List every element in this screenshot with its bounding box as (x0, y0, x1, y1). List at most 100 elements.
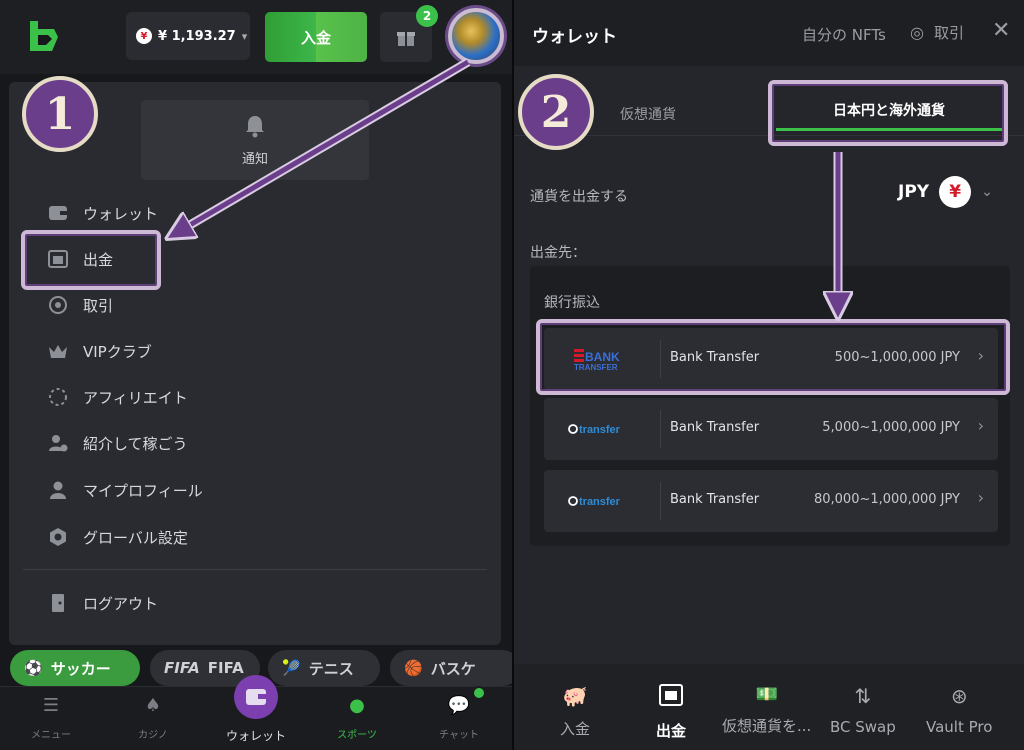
nav-label: 仮想通貨を... (722, 717, 812, 735)
top-bar: ¥ ¥ 1,193.27 ▾ 入金 2 (0, 0, 512, 74)
transfer-logo-icon: transfer (544, 470, 660, 532)
menu-item-affiliate[interactable]: アフィリエイト (47, 382, 188, 412)
chat-icon: 💬 (447, 695, 471, 716)
notification-card[interactable]: 通知 (141, 100, 369, 180)
nav-casino[interactable]: ♠ カジノ (108, 695, 198, 741)
menu-divider (23, 569, 487, 570)
transfer-logo-icon: transfer (544, 398, 660, 460)
nav-bc-swap[interactable]: ⇅ BC Swap (830, 684, 896, 736)
yen-icon: ¥ (939, 176, 972, 208)
currency-code: JPY (898, 182, 930, 202)
logout-label: ログアウト (83, 594, 159, 613)
destination-label: 出金先： (530, 245, 586, 261)
menu-label: マイプロフィール (83, 481, 203, 500)
sport-chip-tennis[interactable]: 🎾 テニス (268, 650, 380, 686)
my-nfts-link[interactable]: 自分の NFTs (802, 24, 886, 45)
nav-label: スポーツ (337, 730, 377, 741)
wallet-header: ウォレット 自分の NFTs ◎ 取引 ✕ (514, 0, 1024, 66)
balance-selector[interactable]: ¥ ¥ 1,193.27 ▾ (126, 12, 250, 60)
nav-vault-pro[interactable]: ⊛ Vault Pro (926, 684, 992, 736)
gift-count-badge: 2 (416, 5, 438, 27)
close-icon[interactable]: ✕ (992, 18, 1010, 43)
soccer-ball-icon: ⚽ (24, 659, 43, 677)
bank-option-2[interactable]: transfer Bank Transfer 5,000~1,000,000 J… (544, 398, 998, 460)
chevron-down-icon: ▾ (241, 29, 248, 43)
trade-icon (47, 294, 69, 316)
bank-transfer-box: 銀行振込 BANK TRANSFER Bank Transfer 500~1,0… (530, 266, 1010, 546)
nav-buy-crypto[interactable]: 💵 仮想通貨を... (722, 684, 811, 736)
bank-option-3[interactable]: transfer Bank Transfer 80,000~1,000,000 … (544, 470, 998, 532)
chevron-down-icon: ⌄ (981, 184, 993, 200)
cash-icon: 💵 (755, 684, 778, 705)
nav-label: 出金 (656, 722, 687, 740)
chevron-right-icon: › (977, 416, 984, 435)
nav-wallet[interactable]: ウォレット (211, 727, 301, 744)
bottom-nav: ☰ メニュー ♠ カジノ ウォレット ● スポーツ 💬 チャット (0, 675, 512, 750)
sport-label: テニス (308, 659, 354, 678)
nav-withdraw[interactable]: 出金 (656, 684, 686, 741)
sport-chip-soccer[interactable]: ⚽ サッカー (10, 650, 140, 686)
balance-value: ¥ 1,193.27 (158, 28, 236, 44)
right-screenshot: ウォレット 自分の NFTs ◎ 取引 ✕ 仮想通貨 日本円と海外通貨 2 通貨… (514, 0, 1024, 750)
nav-label: メニュー (31, 730, 71, 741)
crown-icon (47, 340, 69, 362)
basketball-icon: 🏀 (404, 659, 423, 677)
currency-selector[interactable]: JPY ¥ ⌄ (898, 176, 993, 208)
gift-icon (397, 32, 415, 46)
profile-icon (47, 479, 69, 501)
bank-range: 80,000~1,000,000 JPY (813, 492, 960, 507)
wallet-bottom-nav: 🐖 入金 出金 💵 仮想通貨を... ⇅ BC Swap ⊛ Vault Pro (514, 664, 1024, 750)
nav-label: チャット (439, 730, 479, 741)
deposit-button[interactable]: 入金 (265, 12, 367, 62)
left-screenshot: ¥ ¥ 1,193.27 ▾ 入金 2 通知 ウォレット 出金 取引 VIPクラ… (0, 0, 512, 750)
trade-link[interactable]: ◎ 取引 (910, 22, 964, 43)
menu-item-vip[interactable]: VIPクラブ (47, 336, 152, 366)
chat-online-dot (472, 686, 486, 700)
tab-crypto[interactable]: 仮想通貨 (620, 104, 676, 124)
menu-item-settings[interactable]: グローバル設定 (47, 522, 188, 552)
menu-item-wallet[interactable]: ウォレット (47, 198, 158, 228)
menu-label: 取引 (83, 296, 114, 315)
sports-ball-icon: ● (349, 695, 365, 716)
sport-label: FIFA (207, 659, 244, 677)
nav-label: Vault Pro (926, 718, 993, 736)
sport-label: バスケ (430, 659, 476, 678)
chevron-right-icon: › (977, 488, 984, 507)
sport-chip-basketball[interactable]: 🏀 バスケ (390, 650, 512, 686)
menu-item-logout[interactable]: ログアウト (47, 588, 158, 618)
menu-label: アフィリエイト (83, 388, 188, 407)
avatar[interactable] (448, 8, 504, 64)
refer-icon (47, 432, 69, 454)
step-number-badge: 1 (22, 76, 98, 152)
bank-name: Bank Transfer (670, 420, 760, 435)
yen-icon: ¥ (136, 28, 152, 44)
casino-icon: ♠ (144, 695, 162, 716)
nav-chat[interactable]: 💬 チャット (414, 695, 504, 741)
wallet-title: ウォレット (532, 27, 617, 47)
vault-icon: ⊛ (950, 684, 968, 708)
menu-label: グローバル設定 (83, 528, 188, 547)
nav-wallet-button[interactable] (234, 675, 278, 719)
menu-label: ウォレット (83, 204, 159, 223)
fifa-logo-icon: FIFA (164, 659, 200, 677)
nav-sports[interactable]: ● スポーツ (312, 695, 402, 741)
menu-item-refer[interactable]: 紹介して稼ごう (47, 428, 188, 458)
nav-deposit[interactable]: 🐖 入金 (560, 684, 590, 739)
menu-label: VIPクラブ (83, 342, 152, 361)
logout-icon (47, 592, 69, 614)
row-divider (660, 482, 661, 520)
fiat-tab-highlight (768, 80, 1008, 146)
affiliate-icon (47, 386, 69, 408)
bell-icon (246, 115, 264, 137)
wallet-icon (246, 689, 266, 705)
svg-text:transfer: transfer (579, 496, 621, 508)
nav-menu[interactable]: ☰ メニュー (6, 695, 96, 741)
trade-icon: ◎ (910, 23, 924, 42)
sport-label: サッカー (50, 659, 111, 678)
piggy-bank-icon: 🐖 (562, 684, 588, 708)
menu-item-profile[interactable]: マイプロフィール (47, 475, 203, 505)
menu-item-trade[interactable]: 取引 (47, 290, 113, 320)
logo-icon[interactable] (24, 17, 62, 55)
withdraw-highlight (21, 230, 161, 290)
nav-label: BC Swap (830, 718, 896, 736)
